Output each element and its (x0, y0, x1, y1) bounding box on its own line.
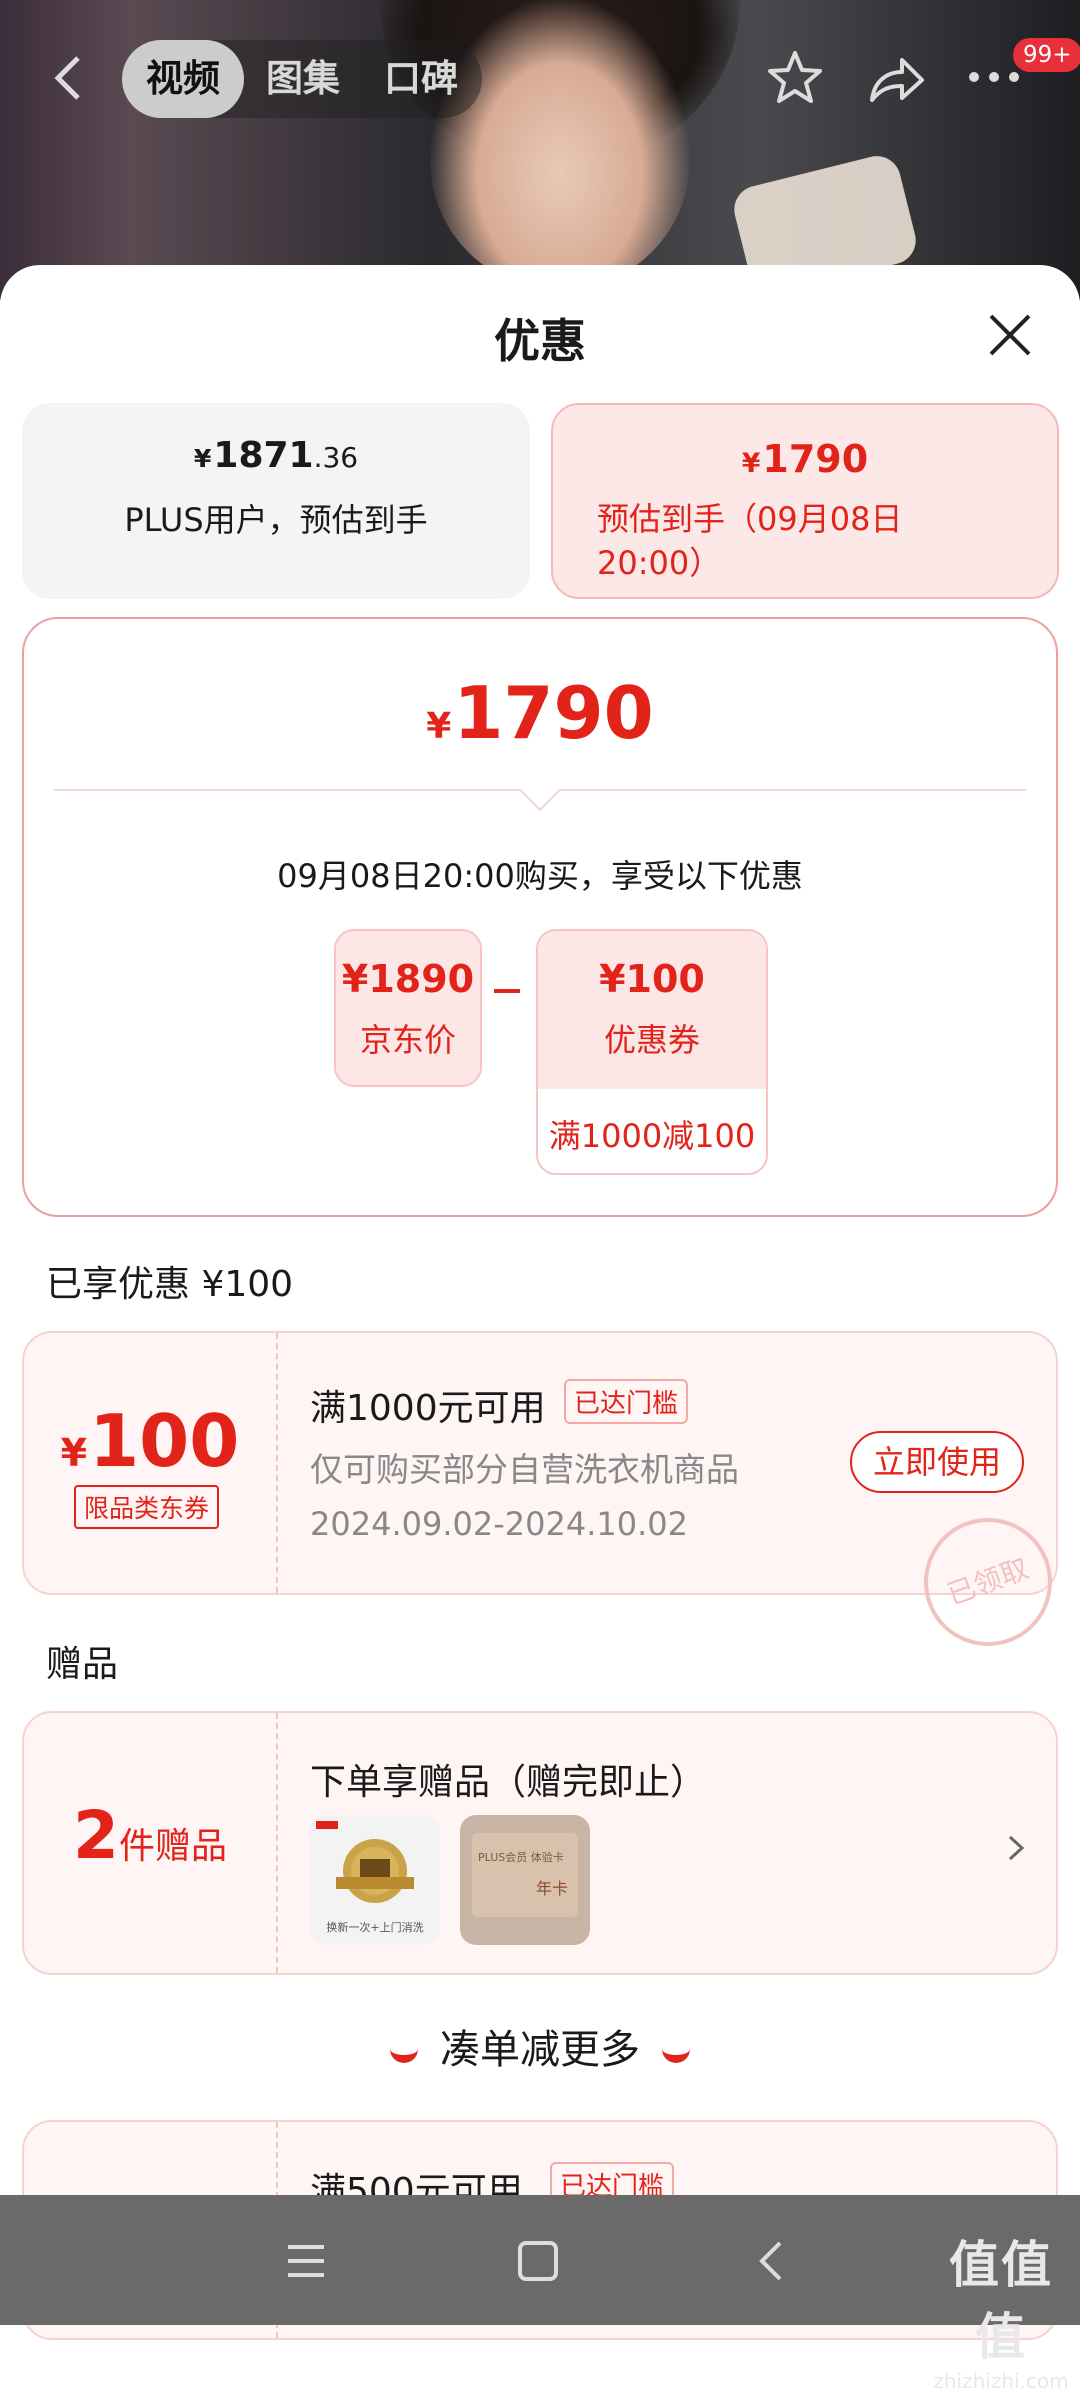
enjoyed-heading: 已享优惠 ¥100 (46, 1264, 294, 1305)
plus-card-title: 年卡 (536, 1879, 569, 1898)
gift-thumbnail-cleaning: 换新一次+上门消洗 (310, 1815, 440, 1945)
smile-right-icon (662, 2041, 690, 2063)
final-price: ¥1790 (426, 671, 654, 755)
use-now-button[interactable]: 立即使用 (850, 1431, 1024, 1493)
coupon-label: 优惠券 (603, 1021, 700, 1059)
claimed-stamp: 已领取 (905, 1499, 1071, 1665)
plus-price-desc: PLUS用户，预估到手 (124, 501, 428, 539)
coupon-period: 2024.09.02-2024.10.02 (310, 1505, 688, 1543)
coupon-amount: ¥100 (60, 1399, 240, 1483)
coupon-card: ¥100 限品类东券 满1000元可用 已达门槛 仅可购买部分自营洗衣机商品 2… (22, 1331, 1071, 1665)
gift-thumb1-caption: 换新一次+上门消洗 (326, 1921, 424, 1934)
gift-count: 2件赠品 (73, 1797, 227, 1874)
watermark: 值值值 zhizhizhi.com (926, 2225, 1076, 2393)
close-icon[interactable] (985, 310, 1035, 360)
smile-left-icon (390, 2041, 418, 2063)
coupon-scope: 仅可购买部分自营洗衣机商品 (310, 1450, 739, 1489)
home-icon[interactable] (518, 2241, 558, 2281)
coupon-type-tag: 限品类东券 (74, 1485, 220, 1529)
notification-badge: 99+ (1013, 38, 1080, 72)
top-navigation: 视频 图集 口碑 99+ (0, 30, 1080, 130)
divider-notch (518, 768, 562, 812)
plus-price: ¥1871.36 (193, 435, 359, 476)
coupon-box: ¥100 优惠券 满1000减100 (536, 929, 768, 1175)
gift-card[interactable]: 2件赠品 下单享赠品（赠完即止） 换新一次+上门消洗 PLUS会员 体验卡 年卡 (22, 1711, 1058, 1975)
sheet-title: 优惠 (494, 314, 586, 368)
share-icon[interactable] (866, 52, 926, 108)
price-option-plus[interactable]: ¥1871.36 PLUS用户，预估到手 (22, 403, 530, 599)
gift-thumbnail-plus-card: PLUS会员 体验卡 年卡 (460, 1815, 590, 1945)
more-deals-heading: 凑单减更多 (0, 2017, 1080, 2075)
system-navigation-bar: 值值值 zhizhizhi.com (0, 2195, 1080, 2393)
more-options-icon[interactable] (968, 70, 1020, 84)
coupon-condition: 满1000减100 (548, 1117, 756, 1155)
tab-reviews[interactable]: 口碑 (362, 40, 480, 118)
plus-card-sub: PLUS会员 体验卡 (478, 1851, 564, 1864)
scheduled-price: ¥1790 (741, 437, 869, 481)
tab-gallery[interactable]: 图集 (244, 40, 362, 118)
chevron-right-icon[interactable] (1004, 1831, 1028, 1865)
minus-sign (494, 989, 520, 993)
recent-apps-icon[interactable] (286, 2243, 326, 2279)
media-tabs: 视频 图集 口碑 (122, 40, 482, 118)
jd-price-box: ¥1890 京东价 (334, 929, 482, 1087)
price-breakdown-card: ¥1790 09月08日20:00购买，享受以下优惠 ¥1890 京东价 ¥10… (22, 617, 1058, 1217)
tab-video[interactable]: 视频 (122, 40, 244, 118)
price-option-scheduled[interactable]: ¥1790 预估到手（09月08日 20:00） (551, 403, 1059, 599)
gift-title: 下单享赠品（赠完即止） (310, 1762, 707, 1803)
jd-price-label: 京东价 (359, 1021, 456, 1059)
coupon-value: ¥100 (599, 957, 705, 1001)
watermark-site: zhizhizhi.com (933, 2369, 1069, 2393)
watermark-logo: 值值值 (949, 2236, 1053, 2366)
coupon-threshold: 满1000元可用 (310, 1388, 546, 1429)
discount-sheet: 优惠 ¥1871.36 PLUS用户，预估到手 ¥1790 预估到手（09月08… (0, 265, 1080, 2340)
back-arrow-icon[interactable] (48, 52, 88, 104)
gift-left: 2件赠品 (24, 1713, 278, 1973)
system-back-icon[interactable] (756, 2239, 786, 2283)
coupon-left: ¥100 限品类东券 (24, 1333, 278, 1593)
favorite-star-icon[interactable] (765, 48, 825, 108)
threshold-reached-badge: 已达门槛 (564, 1379, 689, 1424)
gifts-heading: 赠品 (46, 1644, 119, 1685)
scheduled-price-desc: 预估到手（09月08日 20:00） (597, 500, 903, 582)
jd-price-value: ¥1890 (341, 957, 475, 1001)
purchase-note: 09月08日20:00购买，享受以下优惠 (277, 857, 803, 895)
